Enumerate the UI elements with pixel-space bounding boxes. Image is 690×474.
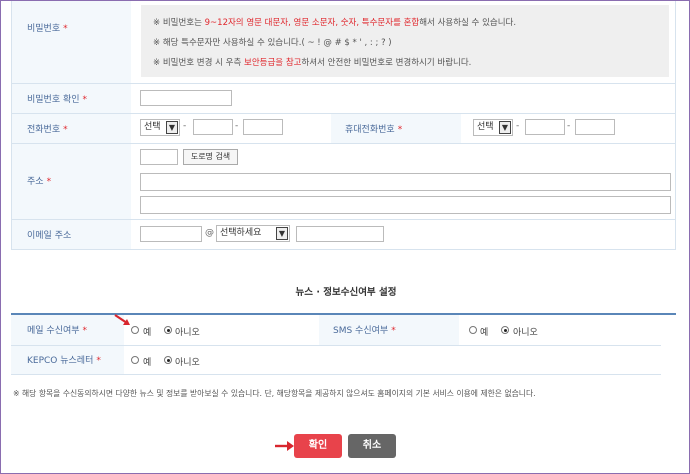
password-label-cell [11, 1, 131, 83]
news-disclaimer: ※ 해당 항목을 수신동의하시면 다양한 뉴스 및 정보를 받아보실 수 있습니… [13, 389, 536, 398]
postcode-input[interactable] [140, 149, 178, 165]
road-address-search-button[interactable]: 도로명 검색 [183, 149, 238, 165]
email-label: 이메일 주소 [27, 231, 72, 241]
news-section-title: 뉴스 · 정보수신여부 설정 [295, 287, 397, 298]
arrow-pointer-icon [114, 314, 130, 325]
password-note-3: ※ 비밀번호 변경 시 우측 보안등급을 참고하셔서 안전한 비밀번호로 변경하… [153, 58, 472, 68]
email-opt-yes-radio[interactable] [131, 326, 139, 334]
phone-label: 전화번호 * [27, 125, 68, 135]
email-opt-label: 메일 수신여부 * [27, 326, 88, 336]
form-frame: 비밀번호 * ※ 비밀번호는 9~12자의 영문 대문자, 영문 소문자, 숫자,… [0, 0, 690, 474]
newsletter-yes-label: 예 [143, 358, 152, 368]
at-sign: @ [205, 228, 214, 238]
password-note-1: ※ 비밀번호는 9~12자의 영문 대문자, 영문 소문자, 숫자, 특수문자를… [153, 18, 517, 28]
arrow-pointer-icon [275, 441, 294, 451]
row-divider [11, 249, 676, 250]
password-note-2: ※ 해당 특수문자만 사용하실 수 있습니다.( ~ ! @ # $ * ' ,… [153, 38, 392, 48]
dash: - [567, 121, 571, 131]
confirm-button[interactable]: 확인 [294, 434, 342, 458]
password-label: 비밀번호 * [27, 24, 68, 34]
newsletter-label: KEPCO 뉴스레터 * [27, 356, 101, 366]
dash: - [516, 121, 520, 131]
newsletter-no-radio[interactable] [164, 356, 172, 364]
sms-opt-yes-label: 예 [480, 328, 489, 338]
password-notice-box: ※ 비밀번호는 9~12자의 영문 대문자, 영문 소문자, 숫자, 특수문자를… [141, 5, 669, 77]
chevron-down-icon: ▼ [166, 121, 178, 134]
email-opt-no-label: 아니오 [175, 328, 200, 338]
sms-opt-label: SMS 수신여부 * [333, 326, 396, 336]
address-label: 주소 * [27, 177, 52, 187]
address-line1-input[interactable] [140, 173, 671, 191]
mobile-middle-input[interactable] [525, 119, 565, 135]
password-confirm-label: 비밀번호 확인 * [27, 95, 88, 105]
chevron-down-icon: ▼ [276, 227, 288, 240]
chevron-down-icon: ▼ [499, 121, 511, 134]
sms-opt-yes-radio[interactable] [469, 326, 477, 334]
dash: - [235, 121, 239, 131]
phone-last-input[interactable] [243, 119, 283, 135]
phone-area-select[interactable]: 선택 ▼ [140, 119, 180, 136]
row-divider [11, 374, 661, 375]
email-opt-no-radio[interactable] [164, 326, 172, 334]
email-domain-input[interactable] [296, 226, 384, 242]
dash: - [183, 121, 187, 131]
sms-opt-no-radio[interactable] [501, 326, 509, 334]
newsletter-yes-radio[interactable] [131, 356, 139, 364]
mobile-last-input[interactable] [575, 119, 615, 135]
phone-middle-input[interactable] [193, 119, 233, 135]
sms-opt-no-label: 아니오 [513, 328, 538, 338]
email-domain-select[interactable]: 선택하세요 ▼ [216, 225, 290, 242]
email-opt-yes-label: 예 [143, 328, 152, 338]
password-confirm-input[interactable] [140, 90, 232, 106]
email-id-input[interactable] [140, 226, 202, 242]
table-border [11, 1, 12, 250]
cancel-button[interactable]: 취소 [348, 434, 396, 458]
newsletter-no-label: 아니오 [175, 358, 200, 368]
mobile-label: 휴대전화번호 * [345, 125, 403, 135]
mobile-prefix-select[interactable]: 선택 ▼ [473, 119, 513, 136]
table-border [675, 1, 676, 250]
address-line2-input[interactable] [140, 196, 671, 214]
